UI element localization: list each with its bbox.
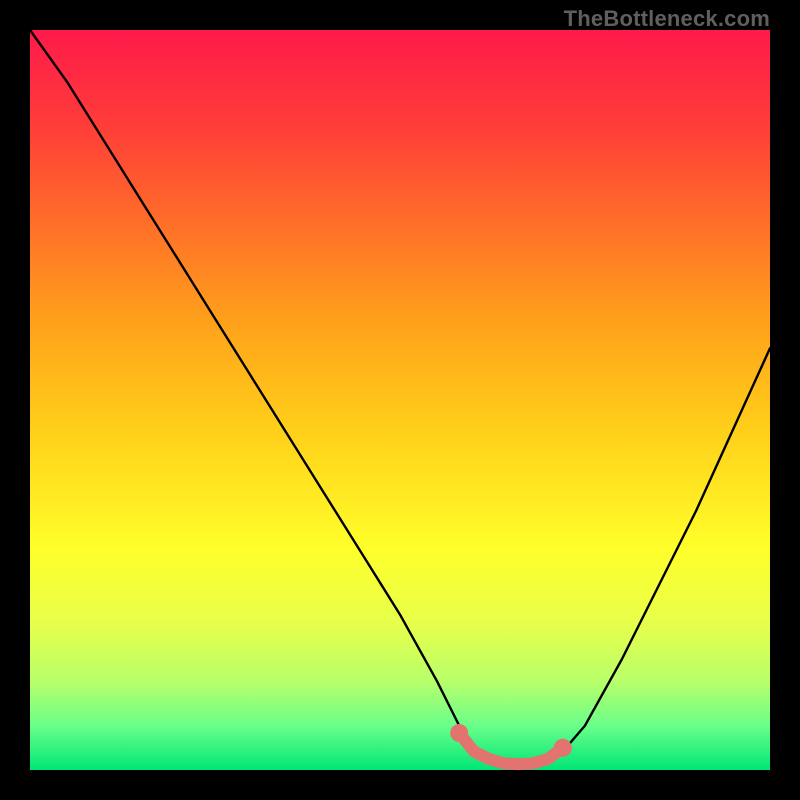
- optimal-range-endpoint: [554, 739, 572, 757]
- chart-overlay: [30, 30, 770, 770]
- chart-frame: TheBottleneck.com: [0, 0, 800, 800]
- optimal-range-line: [459, 733, 563, 764]
- watermark-text: TheBottleneck.com: [564, 6, 770, 32]
- optimal-range-endpoint: [450, 724, 468, 742]
- bottleneck-curve: [30, 30, 770, 764]
- optimal-range-markers: [450, 724, 572, 764]
